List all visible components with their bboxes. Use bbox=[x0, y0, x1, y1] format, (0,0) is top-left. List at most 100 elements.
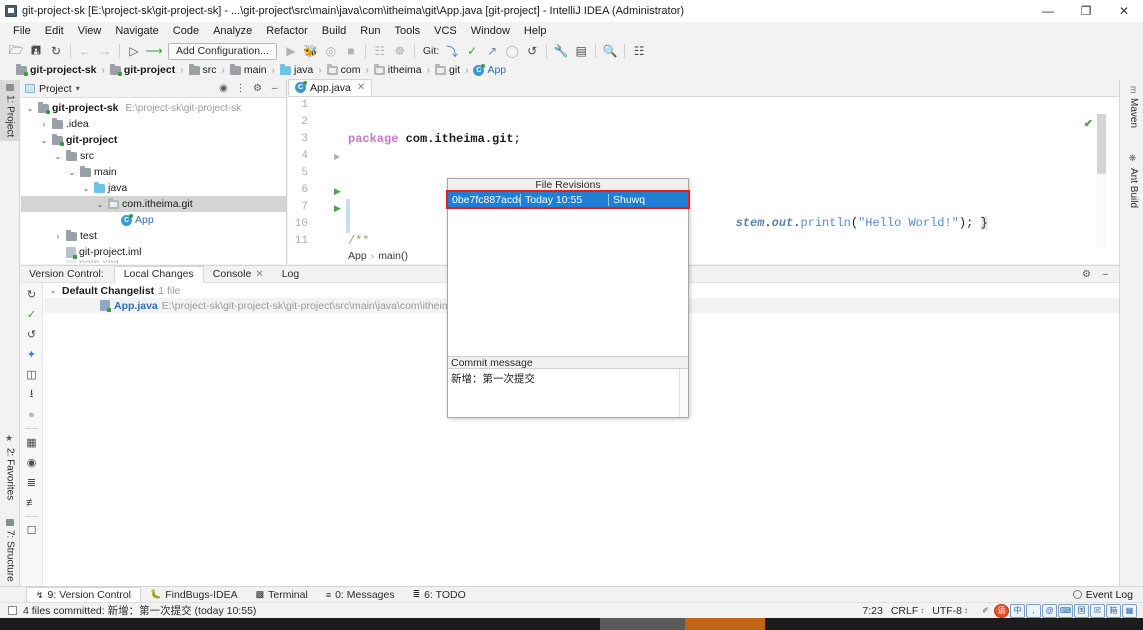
sidebar-item-structure[interactable]: 7: Structure bbox=[0, 515, 20, 586]
breadcrumb-item-git[interactable]: git bbox=[433, 63, 462, 76]
tree-node-idea[interactable]: › .idea bbox=[21, 116, 286, 132]
hide-icon[interactable]: – bbox=[1098, 267, 1113, 282]
breadcrumb-item-app[interactable]: C App bbox=[471, 63, 508, 76]
menu-refactor[interactable]: Refactor bbox=[259, 24, 315, 38]
code-editor[interactable]: 1 2 3 4 5 6 7 10 11 ▶ ▶ ▶ package com.it… bbox=[288, 97, 1119, 264]
maximize-button[interactable]: ❐ bbox=[1067, 0, 1105, 22]
refresh-changes-icon[interactable]: ↻ bbox=[23, 286, 41, 303]
run-coverage-icon[interactable]: ◎ bbox=[321, 41, 341, 61]
push-icon[interactable]: ↗ bbox=[482, 41, 502, 61]
revisions-list[interactable]: 0be7fc887acdc... Today 10:55 Shuwq bbox=[446, 190, 690, 356]
stop-square-icon[interactable]: ■ bbox=[341, 41, 361, 61]
debug-bug-icon[interactable]: 🐝 bbox=[301, 41, 321, 61]
tree-node-test[interactable]: › test bbox=[21, 228, 286, 244]
search-icon[interactable]: 🔍 bbox=[600, 41, 620, 61]
ime-punctuation-icon[interactable]: , bbox=[1026, 603, 1041, 618]
ime-sogou-logo-icon[interactable]: 语 bbox=[994, 603, 1009, 618]
editor-tab-app-java[interactable]: C App.java ✕ bbox=[288, 79, 373, 96]
file-revisions-dialog[interactable]: File Revisions 0be7fc887acdc... Today 10… bbox=[446, 178, 690, 418]
chevron-down-icon[interactable]: ▾ bbox=[76, 84, 80, 93]
add-configuration-button[interactable]: Add Configuration... bbox=[168, 42, 277, 60]
preview-diff-icon[interactable]: ◉ bbox=[23, 454, 41, 471]
expand-all-icon[interactable]: ≣ bbox=[23, 474, 41, 491]
revision-row[interactable]: 0be7fc887acdc... Today 10:55 Shuwq bbox=[446, 190, 690, 209]
project-structure-icon[interactable]: ▤ bbox=[571, 41, 591, 61]
shelve-silently-icon[interactable]: ✦ bbox=[23, 346, 41, 363]
tree-node-main[interactable]: ⌄ main bbox=[21, 164, 286, 180]
scrollbar-thumb[interactable] bbox=[1097, 114, 1106, 174]
menu-edit[interactable]: Edit bbox=[38, 24, 71, 38]
folder-open-icon[interactable]: 🗁 bbox=[6, 41, 26, 61]
get-from-vcs-icon[interactable]: ⭳ bbox=[23, 386, 41, 403]
sync-icon[interactable]: ↻ bbox=[46, 41, 66, 61]
last-edit-location-icon[interactable]: ▷ bbox=[124, 41, 144, 61]
chevron-right-icon[interactable]: › bbox=[53, 232, 63, 241]
bottom-tab-todo[interactable]: ≣ 6: TODO bbox=[404, 587, 475, 603]
inspections-ok-icon[interactable]: ✔ bbox=[1084, 117, 1093, 130]
chevron-down-icon[interactable]: ⌄ bbox=[53, 152, 63, 161]
group-by-icon[interactable]: ▦ bbox=[23, 434, 41, 451]
tree-node-java[interactable]: ⌄ java bbox=[21, 180, 286, 196]
chevron-down-icon[interactable]: ⌄ bbox=[48, 286, 58, 295]
breadcrumb-item-itheima[interactable]: itheima bbox=[372, 63, 424, 76]
scroll-from-source-icon[interactable]: ◉ bbox=[216, 81, 231, 96]
tree-node-src[interactable]: ⌄ src bbox=[21, 148, 286, 164]
minimize-button[interactable]: — bbox=[1029, 0, 1067, 22]
project-title[interactable]: Project ▾ bbox=[25, 83, 80, 95]
sidebar-item-ant-build[interactable]: ❋ Ant Build bbox=[1126, 150, 1141, 212]
ime-chinese-mode-icon[interactable]: 中 bbox=[1010, 603, 1025, 618]
chevron-right-icon[interactable]: › bbox=[39, 120, 49, 129]
file-encoding[interactable]: UTF-8 ↕ bbox=[932, 605, 968, 617]
chevron-down-icon[interactable]: ⌄ bbox=[95, 200, 105, 209]
menu-analyze[interactable]: Analyze bbox=[206, 24, 259, 38]
ime-skin-icon[interactable]: 国 bbox=[1074, 603, 1089, 618]
menu-navigate[interactable]: Navigate bbox=[108, 24, 165, 38]
ime-keyboard-icon[interactable]: ⌨ bbox=[1058, 603, 1073, 618]
save-icon[interactable]: 🖪 bbox=[26, 41, 46, 61]
tab-log[interactable]: Log bbox=[273, 266, 309, 283]
editor-vertical-scrollbar[interactable] bbox=[1096, 114, 1107, 264]
tab-local-changes[interactable]: Local Changes bbox=[113, 265, 204, 283]
run-play-icon[interactable]: ▶ bbox=[281, 41, 301, 61]
arrow-left-icon[interactable]: ← bbox=[75, 41, 95, 61]
caret-position[interactable]: 7:23 bbox=[862, 605, 882, 617]
taskbar-item-idea[interactable] bbox=[685, 618, 765, 630]
hide-icon[interactable]: – bbox=[267, 81, 282, 96]
event-log-button[interactable]: Event Log bbox=[1072, 589, 1143, 601]
ime-symbol-icon[interactable]: @ bbox=[1042, 603, 1057, 618]
run-gutter-icon[interactable]: ▶ bbox=[334, 186, 344, 196]
history-clock-icon[interactable]: ◯ bbox=[502, 41, 522, 61]
close-icon[interactable]: ✕ bbox=[357, 82, 365, 93]
menu-tools[interactable]: Tools bbox=[387, 24, 427, 38]
sidebar-item-project[interactable]: 1: Project bbox=[0, 80, 20, 142]
taskbar-item-explorer[interactable] bbox=[600, 618, 685, 630]
commit-message-body[interactable]: 新增：第一次提交 bbox=[448, 369, 688, 417]
menu-help[interactable]: Help bbox=[517, 24, 554, 38]
tree-node-package[interactable]: ⌄ com.itheima.git bbox=[21, 196, 286, 212]
revert-icon[interactable]: ↺ bbox=[522, 41, 542, 61]
breadcrumb-item-com[interactable]: com bbox=[325, 63, 363, 76]
breadcrumb-item-java[interactable]: java bbox=[278, 63, 315, 76]
menu-run[interactable]: Run bbox=[353, 24, 387, 38]
update-project-icon[interactable]: ⤵ bbox=[442, 41, 462, 61]
menu-build[interactable]: Build bbox=[315, 24, 353, 38]
close-icon[interactable]: ✕ bbox=[255, 269, 263, 280]
menu-vcs[interactable]: VCS bbox=[427, 24, 464, 38]
sidebar-item-maven[interactable]: m Maven bbox=[1126, 82, 1141, 132]
sdk-icon[interactable]: ☷ bbox=[629, 41, 649, 61]
chevron-down-icon[interactable]: ⌄ bbox=[39, 136, 49, 145]
menu-view[interactable]: View bbox=[71, 24, 109, 38]
chevron-down-icon[interactable]: ⌄ bbox=[67, 168, 77, 177]
tree-node-iml[interactable]: git-project.iml bbox=[21, 244, 286, 260]
move-to-changelist-icon[interactable]: ● bbox=[23, 406, 41, 423]
editor-breadcrumb-method[interactable]: main() bbox=[378, 250, 408, 262]
menu-file[interactable]: File bbox=[6, 24, 38, 38]
commit-message-scrollbar[interactable] bbox=[679, 369, 688, 417]
editor-breadcrumb-class[interactable]: App bbox=[348, 250, 367, 262]
chevron-down-icon[interactable]: ⌄ bbox=[81, 184, 91, 193]
sidebar-item-favorites[interactable]: ★ 2: Favorites bbox=[0, 430, 20, 504]
undo-arrow-icon[interactable]: ⟶ bbox=[144, 41, 164, 61]
breadcrumb-item-main[interactable]: main bbox=[228, 63, 269, 76]
rollback-icon[interactable]: ↺ bbox=[23, 326, 41, 343]
tree-node-app[interactable]: C App bbox=[21, 212, 286, 228]
